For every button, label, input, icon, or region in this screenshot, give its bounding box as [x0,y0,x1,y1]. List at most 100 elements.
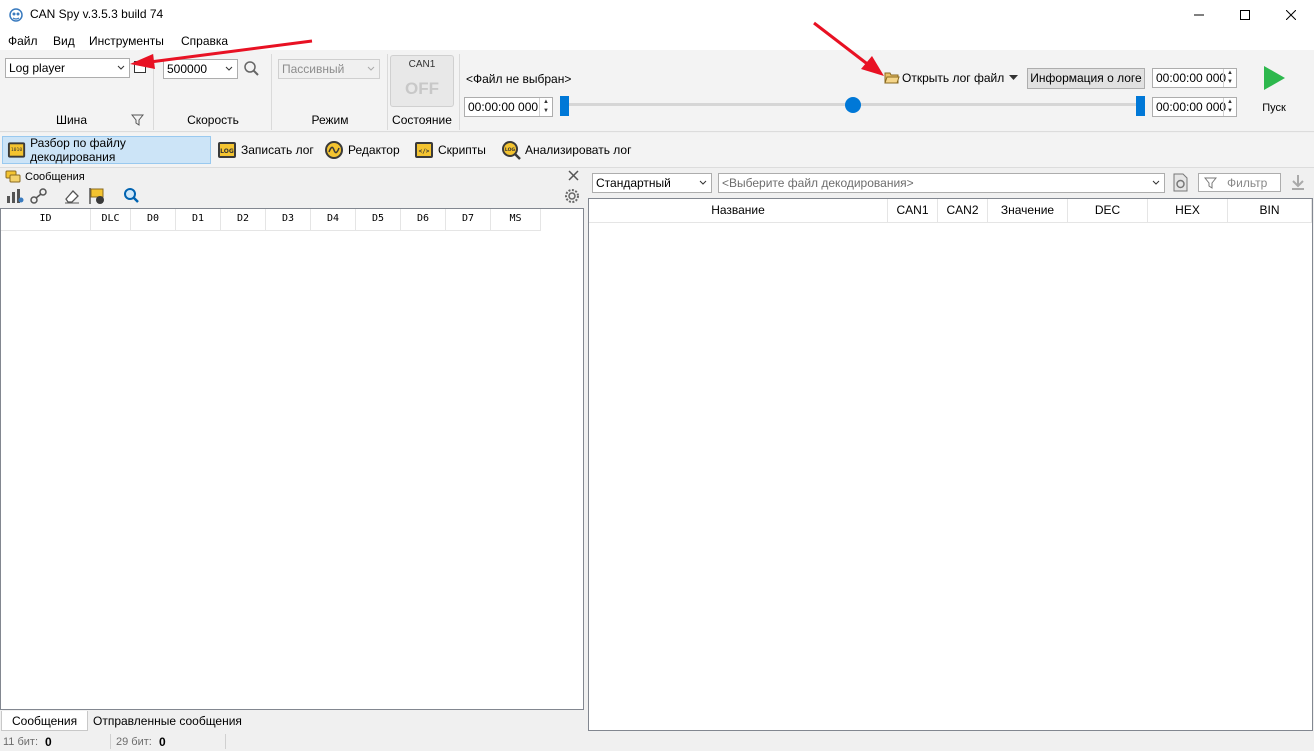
tab-editor[interactable]: Редактор [320,136,404,164]
spin-down-icon[interactable]: ▼ [1224,107,1236,116]
annotation-arrow-left-icon [130,39,313,69]
spin-up-icon[interactable]: ▲ [540,98,552,107]
can-state-value: OFF [405,79,439,98]
decode-file-placeholder: <Выберите файл декодирования> [722,176,914,190]
svg-text:LOG: LOG [220,148,234,155]
spinner-buttons[interactable]: ▲ ▼ [539,98,552,116]
col-header-can2[interactable]: CAN2 [938,199,988,223]
tab-analyze-log[interactable]: LOG Анализировать лог [497,136,635,164]
spin-up-icon[interactable]: ▲ [1224,69,1236,78]
status-29bit-value: 0 [159,735,166,749]
tab-decode-file[interactable]: 1010 Разбор по файлу декодирования [2,136,211,164]
end-time-top-spinner[interactable]: 00:00:00 000 ▲ ▼ [1152,68,1237,88]
col-header-hex[interactable]: HEX [1148,199,1228,223]
col-header-name[interactable]: Название [589,199,888,223]
filter-icon[interactable] [131,113,144,126]
log-position-thumb[interactable] [845,97,861,113]
tab-messages[interactable]: Сообщения [1,711,89,731]
spin-down-icon[interactable]: ▼ [1224,78,1236,87]
chart-icon[interactable] [6,188,24,204]
col-header-ms[interactable]: MS [491,209,541,231]
close-panel-icon[interactable] [568,170,579,181]
messages-grid[interactable] [0,208,584,710]
minimize-button[interactable] [1176,0,1222,30]
slider-end-handle[interactable] [1136,96,1145,116]
col-header-d1[interactable]: D1 [176,209,221,231]
spinner-buttons[interactable]: ▲ ▼ [1223,98,1236,116]
open-log-label: Открыть лог файл [902,71,1005,85]
graph-nodes-icon[interactable] [30,188,48,204]
play-label: Пуск [1262,102,1286,114]
filter-placeholder: Фильтр [1227,175,1268,190]
slider-start-handle[interactable] [560,96,569,116]
tab-sent-messages[interactable]: Отправленные сообщения [83,711,252,731]
col-header-d3[interactable]: D3 [266,209,311,231]
menu-file[interactable]: Файл [8,34,38,48]
start-time-spinner[interactable]: 00:00:00 000 ▲ ▼ [464,97,553,117]
start-time-value: 00:00:00 000 [468,100,539,114]
spinner-buttons[interactable]: ▲ ▼ [1223,69,1236,87]
app-logo-icon [9,8,23,22]
status-29bit-label: 29 бит: [116,736,152,748]
decode-profile-value: Стандартный [596,176,671,190]
svg-text:LOG: LOG [505,147,516,153]
group-divider [459,54,460,130]
status-divider [225,734,226,749]
can-state-toggle[interactable]: CAN1 OFF [390,55,454,107]
spin-down-icon[interactable]: ▼ [540,107,552,116]
bus-select[interactable]: Log player [5,58,130,78]
gear-icon[interactable] [564,188,580,204]
maximize-button[interactable] [1222,0,1268,30]
filter-icon [1204,177,1217,189]
play-button[interactable]: Пуск [1252,62,1298,118]
open-log-button[interactable]: Открыть лог файл [884,71,1004,85]
col-header-d2[interactable]: D2 [221,209,266,231]
editor-icon [325,141,343,159]
col-header-d7[interactable]: D7 [446,209,491,231]
play-icon [1264,66,1285,90]
document-settings-icon[interactable] [1172,173,1190,192]
can-channel-label: CAN1 [408,59,436,70]
scripts-icon: </> [415,142,433,158]
mode-group-label: Режим [311,113,349,127]
download-icon[interactable] [1290,174,1306,191]
spin-up-icon[interactable]: ▲ [1224,98,1236,107]
col-header-can1[interactable]: CAN1 [888,199,938,223]
tab-record-log[interactable]: LOG Записать лог [213,136,318,164]
status-bar [0,732,1314,751]
tab-decode-file-label: Разбор по файлу декодирования [30,136,126,164]
flag-icon[interactable] [88,187,106,205]
chevron-down-icon [699,180,707,185]
decode-grid[interactable] [588,198,1313,731]
tab-record-log-label: Записать лог [241,143,314,157]
menu-view[interactable]: Вид [53,34,75,48]
col-header-d5[interactable]: D5 [356,209,401,231]
col-header-id[interactable]: ID [1,209,91,231]
col-header-d6[interactable]: D6 [401,209,446,231]
status-11bit-value: 0 [45,735,52,749]
end-time-bottom-spinner[interactable]: 00:00:00 000 ▲ ▼ [1152,97,1237,117]
decode-profile-select[interactable]: Стандартный [592,173,712,193]
window-title: CAN Spy v.3.5.3 build 74 [30,7,164,21]
log-info-button[interactable]: Информация о логе [1027,68,1145,89]
tab-editor-label: Редактор [348,143,400,157]
tab-scripts[interactable]: </> Скрипты [410,136,490,164]
col-header-dec[interactable]: DEC [1068,199,1148,223]
col-header-dlc[interactable]: DLC [91,209,131,231]
col-header-value[interactable]: Значение [988,199,1068,223]
end-time-top-value: 00:00:00 000 [1156,71,1227,85]
maximize-icon [1240,10,1250,20]
decode-file-select[interactable]: <Выберите файл декодирования> [718,173,1165,193]
dropdown-arrow-icon[interactable] [1009,75,1018,81]
close-button[interactable] [1268,0,1314,30]
eraser-icon[interactable] [64,188,80,204]
status-11bit-label: 11 бит: [3,736,39,748]
tab-analyze-log-label: Анализировать лог [525,143,632,157]
col-header-bin[interactable]: BIN [1228,199,1312,223]
filter-input[interactable]: Фильтр [1198,173,1281,192]
title-bar [0,0,1314,30]
col-header-d0[interactable]: D0 [131,209,176,231]
col-header-d4[interactable]: D4 [311,209,356,231]
search-icon[interactable] [123,187,140,204]
bus-group-label: Шина [55,113,87,127]
